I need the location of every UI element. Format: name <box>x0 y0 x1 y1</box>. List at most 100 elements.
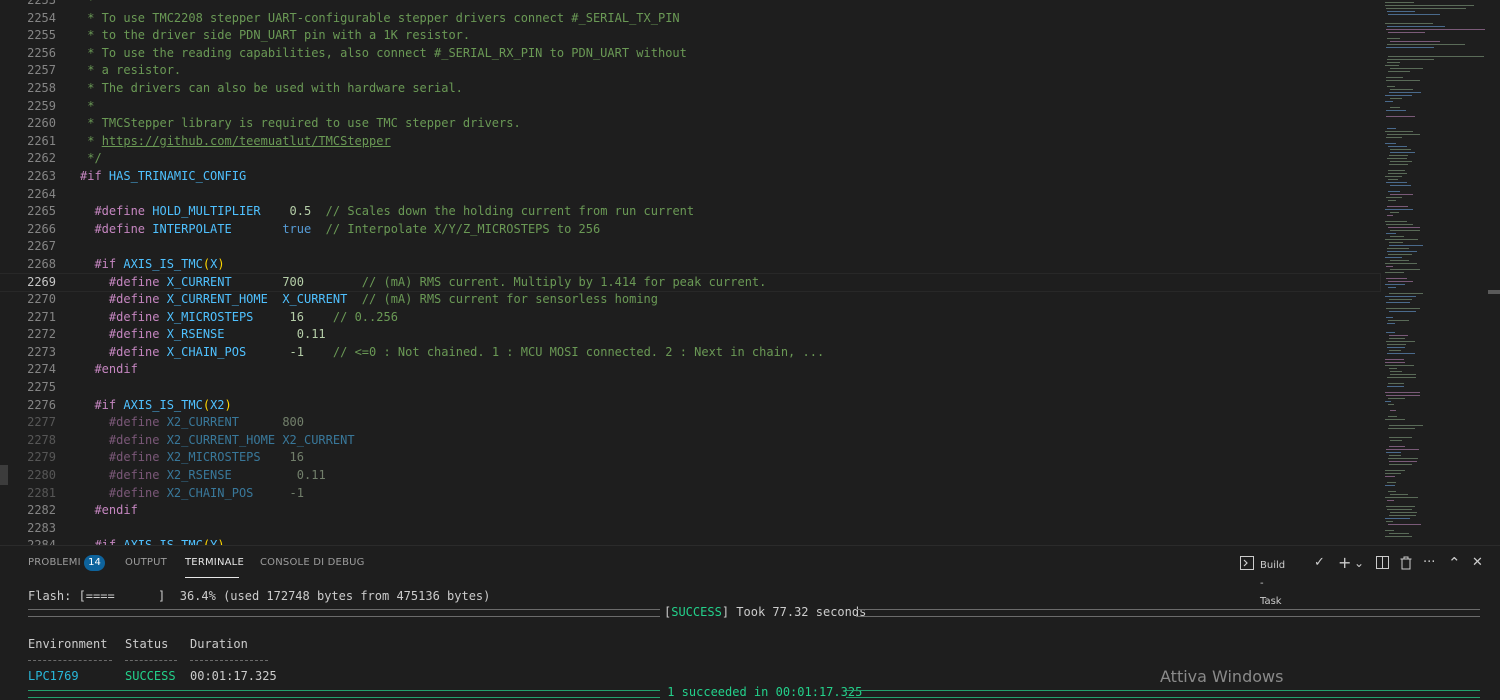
code-line[interactable]: 2267 <box>0 238 1380 256</box>
tab-output[interactable]: OUTPUT <box>125 557 167 568</box>
code-token: -1 <box>289 485 304 500</box>
minimap-line <box>1389 299 1412 300</box>
split-terminal-icon[interactable] <box>1376 554 1389 575</box>
code-line[interactable]: 2262 */ <box>0 150 1380 168</box>
code-token: X_RSENSE <box>166 327 225 342</box>
code-token: true <box>282 221 312 236</box>
separator-rule <box>28 690 660 698</box>
code-line[interactable]: 2281 #define X2_CHAIN_POS -1 <box>0 485 1380 503</box>
minimap-line <box>1389 335 1408 336</box>
code-line[interactable]: 2254 * To use TMC2208 stepper UART-confi… <box>0 10 1380 28</box>
code-line[interactable]: 2277 #define X2_CURRENT 800 <box>0 414 1380 432</box>
code-line[interactable]: 2253 * <box>0 0 1380 10</box>
maximize-panel-icon[interactable]: ⌃ <box>1448 554 1461 572</box>
close-panel-icon[interactable]: ✕ <box>1472 554 1483 572</box>
code-line[interactable]: 2284 #if AXIS_IS_TMC(Y) <box>0 537 1380 545</box>
code-line[interactable]: 2265 #define HOLD_MULTIPLIER 0.5 // Scal… <box>0 203 1380 221</box>
tab-problems[interactable]: PROBLEMI <box>28 557 81 568</box>
code-line[interactable]: 2263 #if HAS_TRINAMIC_CONFIG <box>0 168 1380 186</box>
minimap-line <box>1385 362 1405 363</box>
minimap-line <box>1386 116 1415 117</box>
code-line[interactable]: 2270 #define X_CURRENT_HOME X_CURRENT //… <box>0 291 1380 309</box>
minimap-line <box>1390 107 1400 108</box>
minimap-line <box>1385 401 1391 402</box>
task-selector-label[interactable]: Build - Task <box>1260 557 1285 611</box>
minimap-line <box>1386 449 1419 450</box>
code-token: 0.11 <box>296 327 326 342</box>
code-line[interactable]: 2258 * The drivers can also be used with… <box>0 80 1380 98</box>
line-number: 2271 <box>27 309 56 324</box>
code-line[interactable]: 2257 * a resistor. <box>0 62 1380 80</box>
line-number: 2274 <box>27 362 56 377</box>
code-line[interactable]: 2272 #define X_RSENSE 0.11 <box>0 326 1380 344</box>
code-line[interactable]: 2282 #endif <box>0 502 1380 520</box>
minimap[interactable] <box>1383 0 1488 545</box>
line-number: 2267 <box>27 239 56 254</box>
code-line[interactable]: 2255 * to the driver side PDN_UART pin w… <box>0 27 1380 45</box>
line-text: */ <box>80 150 102 168</box>
minimap-line <box>1387 248 1409 249</box>
code-line[interactable]: 2259 * <box>0 98 1380 116</box>
code-line[interactable]: 2261 * https://github.com/teemuatlut/TMC… <box>0 133 1380 151</box>
code-line[interactable]: 2274 #endif <box>0 361 1380 379</box>
code-line[interactable]: 2264 <box>0 186 1380 204</box>
code-editor[interactable]: 2253 * 2254 * To use TMC2208 stepper UART… <box>0 0 1500 545</box>
line-text: #define X_CURRENT 700 // (mA) RMS curren… <box>80 274 766 292</box>
minimap-line <box>1390 89 1413 90</box>
code-line[interactable]: 2278 #define X2_CURRENT_HOME X2_CURRENT <box>0 432 1380 450</box>
minimap-line <box>1389 245 1423 246</box>
tab-debug-console[interactable]: CONSOLE DI DEBUG <box>260 557 365 568</box>
code-line[interactable]: 2268 #if AXIS_IS_TMC(X) <box>0 256 1380 274</box>
minimap-line <box>1387 500 1394 501</box>
code-line[interactable]: 2273 #define X_CHAIN_POS -1 // <=0 : Not… <box>0 344 1380 362</box>
code-line[interactable]: 2280 #define X2_RSENSE 0.11 <box>0 467 1380 485</box>
minimap-line <box>1386 8 1466 9</box>
code-token: https://github.com/teemuatlut/TMCStepper <box>101 133 391 148</box>
code-line[interactable]: 2256 * To use the reading capabilities, … <box>0 45 1380 63</box>
code-line[interactable]: 2260 * TMCStepper library is required to… <box>0 115 1380 133</box>
code-token: #define <box>80 309 167 324</box>
minimap-line <box>1385 272 1404 273</box>
minimap-line <box>1388 191 1400 192</box>
code-line[interactable]: 2269 #define X_CURRENT 700 // (mA) RMS c… <box>0 272 1381 293</box>
code-token: AXIS_IS_TMC <box>123 256 203 271</box>
more-actions-icon[interactable]: ··· <box>1423 554 1435 572</box>
line-text: * TMCStepper library is required to use … <box>80 115 520 133</box>
line-text: * The drivers can also be used with hard… <box>80 80 463 98</box>
line-text: #define INTERPOLATE true // Interpolate … <box>80 221 600 239</box>
terminal-icon[interactable] <box>1240 554 1254 576</box>
code-lines[interactable]: 2253 * 2254 * To use TMC2208 stepper UART… <box>0 0 1381 545</box>
chevron-down-icon[interactable]: ⌄ <box>1354 554 1364 572</box>
minimap-line <box>1387 62 1400 63</box>
minimap-line <box>1388 14 1440 15</box>
trash-icon[interactable] <box>1400 554 1412 576</box>
windows-activation-watermark: Attiva Windows <box>1160 667 1284 686</box>
code-token: */ <box>80 151 102 166</box>
line-number: 2273 <box>27 344 56 359</box>
line-number: 2272 <box>27 327 56 342</box>
code-line[interactable]: 2283 <box>0 520 1380 538</box>
tab-terminal[interactable]: TERMINALE <box>185 557 244 568</box>
minimap-line <box>1389 242 1403 243</box>
add-terminal-icon[interactable]: + <box>1338 554 1351 572</box>
line-number: 2260 <box>27 116 56 131</box>
code-line[interactable]: 2266 #define INTERPOLATE true // Interpo… <box>0 221 1380 239</box>
code-line[interactable]: 2276 #if AXIS_IS_TMC(X2) <box>0 397 1380 415</box>
vertical-scrollbar[interactable] <box>1488 0 1500 545</box>
code-line[interactable]: 2279 #define X2_MICROSTEPS 16 <box>0 449 1380 467</box>
minimap-line <box>1385 392 1420 393</box>
code-line[interactable]: 2275 <box>0 379 1380 397</box>
minimap-line <box>1385 5 1474 6</box>
minimap-line <box>1386 47 1434 48</box>
minimap-line <box>1388 227 1420 228</box>
code-token: * <box>80 98 95 113</box>
line-number: 2277 <box>27 415 56 430</box>
code-token: HAS_TRINAMIC_CONFIG <box>108 168 247 183</box>
code-token: #define <box>80 327 167 342</box>
minimap-line <box>1385 296 1416 297</box>
code-line[interactable]: 2271 #define X_MICROSTEPS 16 // 0..256 <box>0 309 1380 327</box>
minimap-line <box>1385 530 1394 531</box>
code-token: * to the driver side PDN_UART pin with a… <box>80 28 471 43</box>
code-token: 0.11 <box>296 468 326 483</box>
